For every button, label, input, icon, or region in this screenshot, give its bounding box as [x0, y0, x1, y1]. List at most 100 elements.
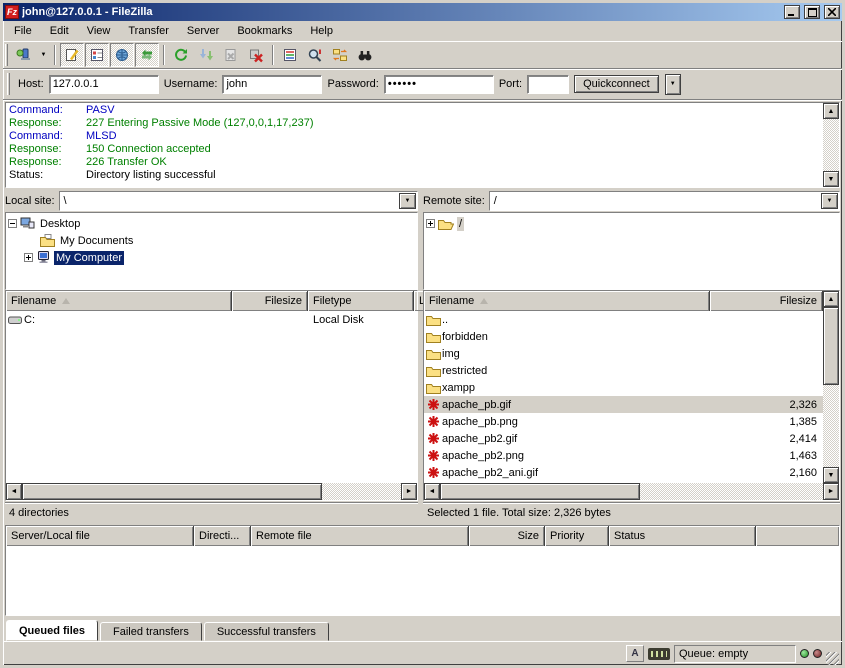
toggle-remote-tree-button[interactable]: [110, 43, 134, 67]
tree-item-root[interactable]: /: [426, 215, 837, 232]
menu-edit[interactable]: Edit: [41, 22, 78, 40]
compare-icon: [307, 47, 323, 63]
scroll-left-icon[interactable]: ◄: [424, 483, 440, 500]
local-site-combobox[interactable]: \ ▼: [59, 191, 418, 211]
remote-file-row[interactable]: apache_pb2.gif2,414: [424, 430, 823, 447]
column-filename[interactable]: Filename: [424, 291, 710, 311]
menu-file[interactable]: File: [5, 22, 41, 40]
toggle-queue-button[interactable]: [135, 43, 159, 67]
site-manager-button[interactable]: [12, 43, 36, 67]
remote-file-row-selected[interactable]: apache_pb.gif2,326: [424, 396, 823, 413]
remote-vertical-scrollbar[interactable]: ▲ ▼: [823, 291, 839, 483]
collapse-icon[interactable]: [8, 219, 17, 228]
port-input[interactable]: [527, 75, 569, 94]
local-horizontal-scrollbar[interactable]: ◄ ►: [6, 483, 417, 500]
speed-limits-icon[interactable]: [648, 648, 670, 660]
folder-icon: [426, 348, 441, 360]
site-manager-dropdown[interactable]: ▼: [37, 43, 50, 67]
toggle-message-log-button[interactable]: [60, 43, 84, 67]
column-status[interactable]: Status: [609, 526, 756, 546]
column-size[interactable]: Size: [469, 526, 545, 546]
menu-transfer[interactable]: Transfer: [119, 22, 178, 40]
column-filesize[interactable]: Filesize: [710, 291, 823, 311]
menu-server[interactable]: Server: [178, 22, 228, 40]
remote-file-row[interactable]: apache_pb2.png1,463: [424, 447, 823, 464]
folder-icon: [426, 365, 441, 377]
username-input[interactable]: john: [222, 75, 322, 94]
toggle-local-tree-button[interactable]: [85, 43, 109, 67]
binoculars-icon: [357, 47, 373, 63]
cancel-button[interactable]: [219, 43, 243, 67]
local-file-row[interactable]: C: Local Disk: [6, 311, 417, 328]
host-input[interactable]: 127.0.0.1: [49, 75, 159, 94]
filter-icon: [282, 47, 298, 63]
remote-file-row[interactable]: forbidden: [424, 328, 823, 345]
status-bar: A Queue: empty: [3, 641, 842, 665]
menu-help[interactable]: Help: [301, 22, 342, 40]
remote-file-row[interactable]: apache_pb.png1,385: [424, 413, 823, 430]
quickconnect-dropdown[interactable]: ▼: [665, 74, 681, 95]
scroll-up-icon[interactable]: ▲: [823, 103, 839, 119]
filter-button[interactable]: [278, 43, 302, 67]
remote-list-body: .. forbidden img restricted xampp apache…: [424, 311, 823, 483]
expand-icon[interactable]: [24, 253, 33, 262]
column-priority[interactable]: Priority: [545, 526, 609, 546]
title-bar: Fz john@127.0.0.1 - FileZilla: [3, 3, 842, 21]
scroll-down-icon[interactable]: ▼: [823, 171, 839, 187]
scroll-down-icon[interactable]: ▼: [823, 467, 839, 483]
close-button[interactable]: [824, 5, 840, 19]
synchronized-browsing-button[interactable]: [328, 43, 352, 67]
process-queue-button[interactable]: [194, 43, 218, 67]
column-server-local-file[interactable]: Server/Local file: [6, 526, 194, 546]
disconnect-button[interactable]: [244, 43, 268, 67]
find-files-button[interactable]: [353, 43, 377, 67]
remote-file-row[interactable]: img: [424, 345, 823, 362]
scroll-up-icon[interactable]: ▲: [823, 291, 839, 307]
maximize-button[interactable]: [804, 5, 820, 19]
column-filetype[interactable]: Filetype: [308, 291, 414, 311]
remote-file-row[interactable]: restricted: [424, 362, 823, 379]
compare-directories-button[interactable]: [303, 43, 327, 67]
quickconnect-button[interactable]: Quickconnect: [574, 75, 659, 93]
apache-image-file-icon: [427, 398, 440, 411]
tab-successful-transfers[interactable]: Successful transfers: [204, 622, 329, 641]
remote-file-row[interactable]: ..: [424, 311, 823, 328]
remote-file-row[interactable]: xampp: [424, 379, 823, 396]
scrollbar-thumb[interactable]: [440, 483, 640, 500]
menu-bookmarks[interactable]: Bookmarks: [228, 22, 301, 40]
remote-site-combobox[interactable]: / ▼: [489, 191, 840, 211]
remote-directory-tree: /: [423, 212, 840, 290]
column-remote-file[interactable]: Remote file: [251, 526, 469, 546]
tree-item-desktop[interactable]: Desktop: [8, 215, 415, 232]
column-filename[interactable]: Filename: [6, 291, 232, 311]
remote-horizontal-scrollbar[interactable]: ◄ ►: [424, 483, 839, 500]
tab-failed-transfers[interactable]: Failed transfers: [100, 622, 202, 641]
remote-file-row[interactable]: apache_pb2_ani.gif2,160: [424, 464, 823, 481]
tree-item-my-documents[interactable]: My Documents: [8, 232, 415, 249]
remote-site-bar: Remote site: / ▼: [423, 190, 840, 212]
password-input[interactable]: ••••••: [384, 75, 494, 94]
message-log-entries: Command:PASV Response:227 Entering Passi…: [6, 103, 823, 187]
log-scrollbar[interactable]: ▲ ▼: [823, 103, 839, 187]
column-direction[interactable]: Directi...: [194, 526, 251, 546]
tree-item-my-computer[interactable]: My Computer: [8, 249, 415, 266]
message-log-icon: [64, 47, 80, 63]
scroll-left-icon[interactable]: ◄: [6, 483, 22, 500]
scroll-right-icon[interactable]: ►: [823, 483, 839, 500]
data-type-icon[interactable]: A: [626, 645, 644, 662]
tab-queued-files[interactable]: Queued files: [6, 620, 98, 641]
menu-bar: File Edit View Transfer Server Bookmarks…: [3, 21, 842, 42]
scroll-right-icon[interactable]: ►: [401, 483, 417, 500]
queue-body: [6, 546, 839, 615]
menu-view[interactable]: View: [78, 22, 120, 40]
combo-dropdown-icon[interactable]: ▼: [399, 193, 416, 209]
column-filesize[interactable]: Filesize: [232, 291, 308, 311]
combo-dropdown-icon[interactable]: ▼: [821, 193, 838, 209]
resize-grip[interactable]: [826, 652, 839, 665]
refresh-button[interactable]: [169, 43, 193, 67]
minimize-button[interactable]: [784, 5, 800, 19]
expand-icon[interactable]: [426, 219, 435, 228]
scrollbar-thumb[interactable]: [823, 307, 839, 385]
scrollbar-thumb[interactable]: [22, 483, 322, 500]
local-site-bar: Local site: \ ▼: [5, 190, 418, 212]
